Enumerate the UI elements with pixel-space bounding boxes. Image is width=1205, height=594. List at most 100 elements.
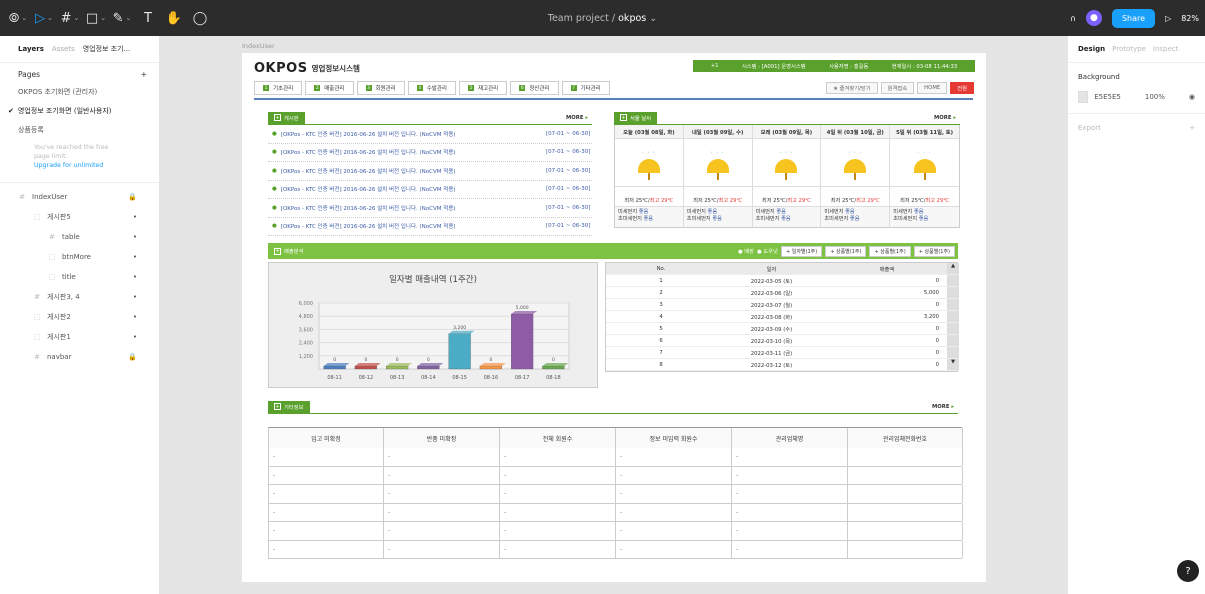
layer-item[interactable]: # IndexUser 🔒	[0, 187, 159, 207]
main-menu-icon[interactable]: ⦾ ⌄	[6, 6, 30, 30]
page-item[interactable]: OKPOS 초기화면 (관리자)	[0, 82, 159, 101]
layer-item[interactable]: ⬚ btnMore •	[0, 247, 159, 267]
chevron-down-icon[interactable]: ⌄	[21, 14, 27, 22]
tab-prototype[interactable]: Prototype	[1112, 45, 1146, 53]
nav-item-7[interactable]: 7 기타관리	[561, 81, 610, 95]
add-export-icon[interactable]: +	[1189, 124, 1195, 132]
board-row[interactable]: ● [OKPos - KTC 인증 버전] 2016-06-26 설치 버전 입니…	[268, 181, 592, 199]
board-row[interactable]: ● [OKPos - KTC 인증 버전] 2016-06-26 설치 버전 입니…	[268, 162, 592, 181]
board-row-title[interactable]: [OKPos - KTC 인증 버전] 2016-06-26 설치 버전 입니다…	[281, 185, 546, 193]
nav-item-5[interactable]: 5 재고관리	[459, 81, 508, 95]
current-page-dropdown[interactable]: 영업정보 조기...	[83, 44, 131, 54]
layer-item[interactable]: ⬚ title •	[0, 267, 159, 287]
tab-design[interactable]: Design	[1078, 45, 1105, 53]
lock-icon[interactable]: 🔒	[128, 353, 137, 361]
text-tool-icon[interactable]: T	[136, 6, 160, 30]
upgrade-link[interactable]: Upgrade for unlimited	[34, 162, 103, 169]
board-row-title[interactable]: [OKPos - KTC 인증 버전] 2016-06-26 설치 버전 입니다…	[281, 222, 546, 230]
frame-tool-icon[interactable]: # ⌄	[58, 6, 82, 30]
sales-row[interactable]: 8 2022-03-12 (토) 0 ▼	[606, 359, 959, 371]
layer-item[interactable]: # navbar 🔒	[0, 347, 159, 367]
scrollbar-track[interactable]	[947, 287, 959, 298]
visibility-dot-icon[interactable]: •	[133, 333, 137, 341]
board-more-link[interactable]: MORE	[566, 115, 592, 121]
visibility-dot-icon[interactable]: •	[133, 253, 137, 261]
chevron-down-icon[interactable]: ⌄	[126, 14, 132, 22]
other-more-link[interactable]: MORE	[932, 404, 958, 410]
bg-color-swatch[interactable]	[1078, 91, 1089, 103]
board-row[interactable]: ● [OKPos - KTC 인증 버전] 2016-06-26 설치 버전 입니…	[268, 125, 592, 144]
nav-item-1[interactable]: 1 기초관리	[254, 81, 303, 95]
board-row-title[interactable]: [OKPos - KTC 인증 버전] 2016-06-26 설치 버전 입니다…	[281, 167, 546, 175]
layer-item[interactable]: # table •	[0, 227, 159, 247]
favorites-button[interactable]: ★ 즐겨찾기/닫기	[826, 82, 878, 94]
scrollbar-track[interactable]	[947, 275, 959, 286]
scroll-down-icon[interactable]: ▼	[947, 359, 959, 370]
visibility-dot-icon[interactable]: •	[133, 273, 137, 281]
sales-row[interactable]: 4 2022-03-08 (화) 3,200	[606, 311, 959, 323]
nav-item-6[interactable]: 6 정산관리	[510, 81, 559, 95]
pen-tool-icon[interactable]: ✎ ⌄	[110, 6, 134, 30]
board-row-title[interactable]: [OKPos - KTC 인증 버전] 2016-06-26 설치 버전 입니다…	[281, 130, 546, 138]
board-row-title[interactable]: [OKPos - KTC 인증 버전] 2016-06-26 설치 버전 입니다…	[281, 204, 546, 212]
eye-icon[interactable]: ◉	[1189, 93, 1195, 101]
radio-option[interactable]: ● 매장	[738, 247, 754, 255]
bg-opacity[interactable]: 100%	[1145, 93, 1165, 101]
sales-filter-button[interactable]: + 상품별(1주)	[913, 245, 955, 257]
sales-row[interactable]: 3 2022-03-07 (월) 0	[606, 299, 959, 311]
nav-item-3[interactable]: 3 회원관리	[356, 81, 405, 95]
avatar[interactable]: ●	[1085, 10, 1102, 26]
home-button[interactable]: HOME	[917, 82, 948, 94]
share-button[interactable]: Share	[1111, 8, 1156, 28]
tab-inspect[interactable]: Inspect	[1153, 45, 1179, 53]
tab-layers[interactable]: Layers	[18, 45, 44, 53]
zoom-level[interactable]: 82%	[1181, 14, 1199, 23]
nav-item-4[interactable]: 4 수발관리	[407, 81, 456, 95]
visibility-dot-icon[interactable]: •	[133, 313, 137, 321]
layer-item[interactable]: ⬚ 게시판1 •	[0, 327, 159, 347]
sales-row[interactable]: 7 2022-03-11 (금) 0	[606, 347, 959, 359]
scroll-up-icon[interactable]: ▲	[947, 263, 959, 274]
board-row[interactable]: ● [OKPos - KTC 인증 버전] 2016-06-26 설치 버전 입니…	[268, 199, 592, 218]
weather-more-link[interactable]: MORE	[934, 115, 960, 121]
chevron-down-icon[interactable]: ⌄	[100, 14, 106, 22]
scrollbar-track[interactable]	[947, 335, 959, 346]
sales-row[interactable]: 1 2022-03-05 (토) 0	[606, 275, 959, 287]
visibility-dot-icon[interactable]: •	[133, 233, 137, 241]
sales-row[interactable]: 2 2022-03-06 (일) 5,000	[606, 287, 959, 299]
board-row-title[interactable]: [OKPos - KTC 인증 버전] 2016-06-26 설치 버전 입니다…	[281, 148, 546, 156]
frame-label[interactable]: IndexUser	[242, 42, 275, 50]
sales-row[interactable]: 6 2022-03-10 (목) 0	[606, 335, 959, 347]
move-tool-icon[interactable]: ▷ ⌄	[32, 6, 56, 30]
bg-hex[interactable]: E5E5E5	[1094, 93, 1121, 101]
board-row[interactable]: ● [OKPos - KTC 인증 버전] 2016-06-26 설치 버전 입니…	[268, 218, 592, 236]
visibility-dot-icon[interactable]: •	[133, 293, 137, 301]
power-button[interactable]: 전원	[950, 82, 974, 94]
layer-item[interactable]: ⬚ 게시판5 •	[0, 207, 159, 227]
nav-item-2[interactable]: 2 매출관리	[305, 81, 354, 95]
tab-assets[interactable]: Assets	[52, 45, 75, 53]
scrollbar-track[interactable]	[947, 323, 959, 334]
page-item[interactable]: 상품등록	[0, 120, 159, 139]
remote-access-button[interactable]: 원격접속	[880, 82, 915, 94]
shape-tool-icon[interactable]: □ ⌄	[84, 6, 108, 30]
help-icon[interactable]: ?	[1177, 560, 1199, 582]
lock-icon[interactable]: 🔒	[128, 193, 137, 201]
chevron-down-icon[interactable]: ⌄	[47, 14, 53, 22]
scrollbar-track[interactable]	[947, 299, 959, 310]
scrollbar-track[interactable]	[947, 311, 959, 322]
add-page-icon[interactable]: +	[141, 70, 147, 79]
chevron-down-icon[interactable]: ⌄	[74, 14, 80, 22]
sales-filter-button[interactable]: + 일자별(1주)	[780, 245, 823, 257]
layer-item[interactable]: ⬚ 게시판2 •	[0, 307, 159, 327]
sales-filter-button[interactable]: + 상품별(1주)	[869, 245, 911, 257]
board-row[interactable]: ● [OKPos - KTC 인증 버전] 2016-06-26 설치 버전 입니…	[268, 144, 592, 162]
visibility-dot-icon[interactable]: •	[133, 213, 137, 221]
radio-option[interactable]: ● 도우넛	[757, 247, 778, 255]
sales-filter-button[interactable]: + 상품별(1주)	[825, 245, 867, 257]
hand-tool-icon[interactable]: ✋	[162, 6, 186, 30]
present-icon[interactable]: ▷	[1165, 14, 1171, 23]
comment-tool-icon[interactable]: ◯	[188, 6, 212, 30]
layer-item[interactable]: # 게시판3, 4 •	[0, 287, 159, 307]
page-item[interactable]: 영업정보 조기화면 (일반사용자)	[0, 101, 159, 120]
